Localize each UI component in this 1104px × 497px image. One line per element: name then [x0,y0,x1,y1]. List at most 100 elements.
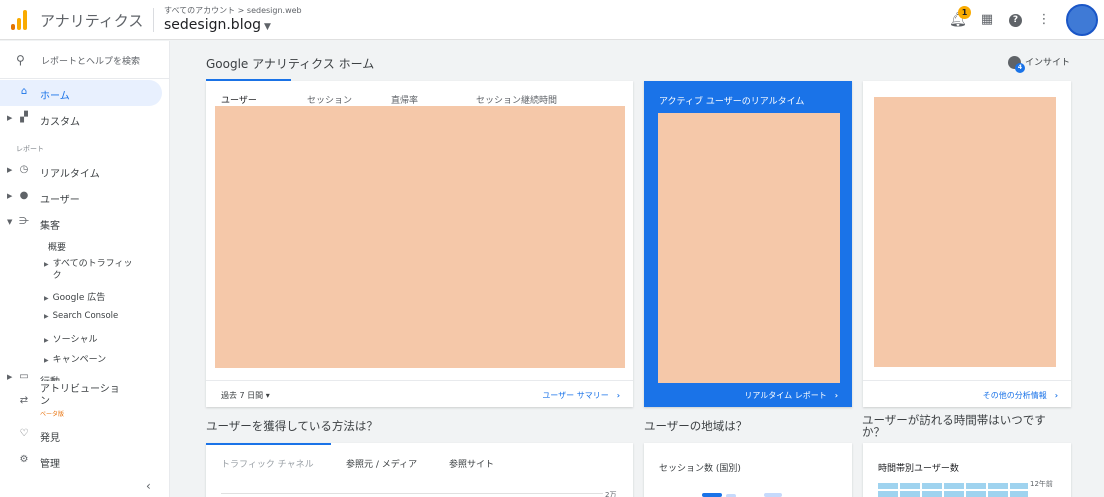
more-insights-link[interactable]: その他の分析情報 › [983,390,1058,401]
sidebar-subitem-overview[interactable]: 概要 [48,240,66,253]
sidebar-item-realtime[interactable]: ▶ ◷ リアルタイム [0,158,162,184]
sidebar-item-attribution[interactable]: ⇄ アトリビューション [0,381,162,413]
link-label: ユーザー サマリー [542,391,609,400]
tab-source-medium[interactable]: 参照元 / メディア [346,457,417,470]
sidebar-subitem-campaigns[interactable]: ▶ キャンペーン [44,352,106,365]
expand-arrow-icon: ▶ [44,337,49,344]
search-icon: ⚲ [16,53,25,67]
collapse-sidebar-icon[interactable]: ‹ [146,479,151,493]
sidebar-item-behavior[interactable]: ▶ ▭ 行動 [0,371,162,381]
tab-bounce-rate[interactable]: 直帰率 [391,93,418,106]
acquisition-icon: ⋺ [19,216,29,227]
realtime-report-link[interactable]: リアルタイム レポート › [744,390,838,401]
chevron-right-icon: › [616,391,620,400]
acquisition-question: ユーザーを獲得している方法は？ [206,419,378,433]
expand-arrow-icon: ▶ [44,295,49,302]
sidebar-subitem-search-console[interactable]: ▶ Search Console [44,311,118,321]
acquisition-card: トラフィック チャネル 参照元 / メディア 参照サイト 2万 [206,443,633,497]
sidebar-item-acquisition[interactable]: ▼ ⋺ 集客 [0,210,162,236]
help-icon[interactable]: ? [1009,13,1022,27]
tab-sessions[interactable]: セッション [307,93,352,106]
world-map [702,493,784,497]
link-label: その他の分析情報 [982,391,1047,400]
apps-grid-icon[interactable]: ▦ [979,12,995,28]
clock-icon: ◷ [19,164,29,175]
sidebar-item-label: 管理 [40,459,60,470]
sidebar-item-label: リアルタイム [40,169,100,180]
date-range-label: 過去 7 日間 [221,391,264,400]
sidebar-item-label: 発見 [40,433,60,444]
sidebar-item-discover[interactable]: ♡ 発見 [0,422,162,448]
country-card-title: セッション数 (国別) [659,464,741,474]
caret-down-icon: ▼ [264,22,271,32]
audience-overview-link[interactable]: ユーザー サマリー › [542,390,620,401]
header-actions: 🔔︎ 1 ▦ ? ⋮ [949,4,1098,36]
expand-arrow-icon: ▶ [44,313,49,320]
chevron-right-icon: › [1054,391,1058,400]
heatmap-hour-label: 12午前 [1030,480,1053,488]
expand-arrow-icon: ▶ [7,192,13,200]
behavior-icon: ▭ [19,371,29,381]
analytics-logo[interactable] [11,10,29,30]
sidebar-item-home[interactable]: ⌂ ホーム [0,80,162,106]
attribution-icon: ⇄ [19,395,29,406]
hourly-card-title: 時間帯別ユーザー数 [878,464,959,474]
realtime-card: アクティブ ユーザーのリアルタイム リアルタイム レポート › [644,81,852,407]
link-label: リアルタイム レポート [744,391,827,400]
expand-arrow-icon: ▶ [44,261,49,268]
sidebar-item-audience[interactable]: ▶ ● ユーザー [0,184,162,210]
chart-gridline [221,493,603,494]
header-divider [153,8,154,32]
property-selector[interactable]: sedesign.blog ▼ [164,17,271,33]
sidebar-subitem-social[interactable]: ▶ ソーシャル [44,332,97,345]
tab-session-duration[interactable]: セッション継続時間 [476,93,557,106]
overview-card: ユーザー セッション 直帰率 セッション継続時間 過去 7 日間 ▾ ユーザー … [206,81,633,407]
expand-arrow-icon: ▶ [7,114,13,122]
sidebar-subitem-google-ads[interactable]: ▶ Google 広告 [44,290,105,303]
country-card: セッション数 (国別) [644,443,852,497]
more-vert-icon[interactable]: ⋮ [1036,12,1052,28]
report-search[interactable]: ⚲ レポートとヘルプを検索 [0,41,169,79]
location-question: ユーザーの地域は？ [644,419,748,433]
sidebar-item-label: ユーザー [40,195,80,206]
app-title: アナリティクス [40,12,144,30]
sidebar-item-label: 集客 [40,221,60,232]
gear-icon: ⚙ [19,454,29,465]
property-name: sedesign.blog [164,17,262,33]
insights-card: その他の分析情報 › [863,81,1071,407]
lightbulb-icon: ♡ [19,428,29,439]
hourly-card: 時間帯別ユーザー数 12午前 [863,443,1071,497]
insights-button[interactable]: 4 インサイト [1008,55,1070,73]
person-icon: ● [19,190,29,201]
date-range-selector[interactable]: 過去 7 日間 ▾ [221,390,270,401]
tab-referrals[interactable]: 参照サイト [449,457,494,470]
app-header: アナリティクス すべてのアカウント > sedesign.web sedesig… [0,0,1104,40]
notification-badge: 1 [958,6,971,19]
sidebar-subitem-all-traffic[interactable]: ▶ すべてのトラフィック [44,258,133,282]
realtime-placeholder [658,113,840,383]
sidebar-nav: ⚲ レポートとヘルプを検索 ⌂ ホーム ▶ ▞ カスタム レポート ▶ ◷ リア… [0,41,170,497]
tab-users[interactable]: ユーザー [221,93,257,106]
beta-badge: ベータ版 [40,411,65,418]
collapse-arrow-icon: ▼ [7,218,13,226]
home-icon: ⌂ [20,86,28,97]
time-question: ユーザーが訪れる時間帯はいつですか？ [862,413,1046,439]
account-breadcrumb[interactable]: すべてのアカウント > sedesign.web [164,5,302,16]
sidebar-item-label: ソーシャル [52,335,98,345]
realtime-card-title: アクティブ ユーザーのリアルタイム [659,97,805,107]
notifications-button[interactable]: 🔔︎ 1 [949,6,971,28]
axis-tick-label: 2万 [605,491,617,497]
insights-placeholder [874,97,1056,367]
tab-traffic-channel[interactable]: トラフィック チャネル [221,457,314,470]
sidebar-item-label: キャンペーン [52,355,107,365]
sidebar-item-admin[interactable]: ⚙ 管理 [0,448,162,474]
sidebar-item-label: Search Console [52,311,119,321]
expand-arrow-icon: ▶ [44,357,49,364]
dashboard-icon: ▞ [20,112,28,123]
sidebar-item-label: 行動 [40,373,60,381]
account-avatar[interactable] [1066,4,1098,36]
search-placeholder: レポートとヘルプを検索 [41,57,141,67]
caret-down-icon: ▾ [265,391,270,400]
expand-arrow-icon: ▶ [7,373,13,381]
sidebar-item-custom[interactable]: ▶ ▞ カスタム [0,106,162,132]
